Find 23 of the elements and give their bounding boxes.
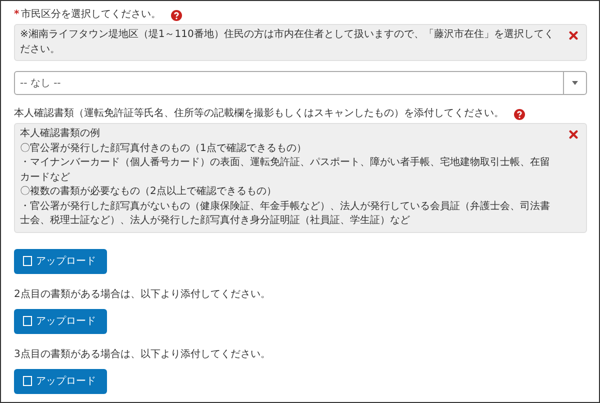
help-icon[interactable] — [171, 10, 182, 20]
square-icon — [23, 376, 32, 386]
instruction-text: 2点目の書類がある場合は、以下より添付してください。 — [14, 288, 272, 302]
note-text: ・マイナンバーカード（個人番号カード）の表面、運転免許証、パスポート、障がい者手帳、宅地建物取引士帳、在留カードなど — [20, 156, 551, 184]
square-icon — [23, 316, 32, 326]
note-text: 〇官公署が発行した顔写真付きのもの（1点で確認できるもの） — [20, 142, 308, 156]
close-icon[interactable] — [569, 31, 578, 40]
upload-button[interactable]: アップロード — [14, 248, 107, 274]
square-icon — [23, 256, 32, 266]
dropdown-arrow-icon — [572, 81, 578, 85]
select-field[interactable]: -- なし -- — [14, 71, 587, 95]
note-text: ・官公署が発行した顔写真がないもの（健康保険証、年金手帳など）、法人が発行している会員証（弁護士会、司法書士会、税理士証など）、法人が発行した顔写真付き身分証明証（社員証、学生証）など — [20, 200, 551, 228]
help-icon[interactable] — [514, 108, 525, 120]
note-text: 〇複数の書類が必要なもの（2点以上で確認できるもの） — [20, 185, 278, 199]
upload-button[interactable]: アップロード — [14, 368, 107, 394]
field-label: 市民区分を選択してください。 — [21, 8, 162, 22]
required-mark: * — [14, 8, 20, 22]
field-label: 本人確認書類（運転免許証等氏名、住所等の記載欄を撮影もしくはスキャンしたもの）を添付してください。 — [14, 107, 504, 121]
close-icon[interactable] — [569, 130, 578, 139]
instruction-text: 3点目の書類がある場合は、以下より添付してください。 — [14, 348, 272, 362]
upload-button[interactable]: アップロード — [14, 308, 107, 334]
note-text: ※湘南ライフタウン堤地区（堤1～110番地）住民の方は市内在住者として扱いますので、「藤沢市在住」を選択してください。 — [20, 28, 555, 56]
note-text: 本人確認書類の例 — [20, 127, 101, 141]
